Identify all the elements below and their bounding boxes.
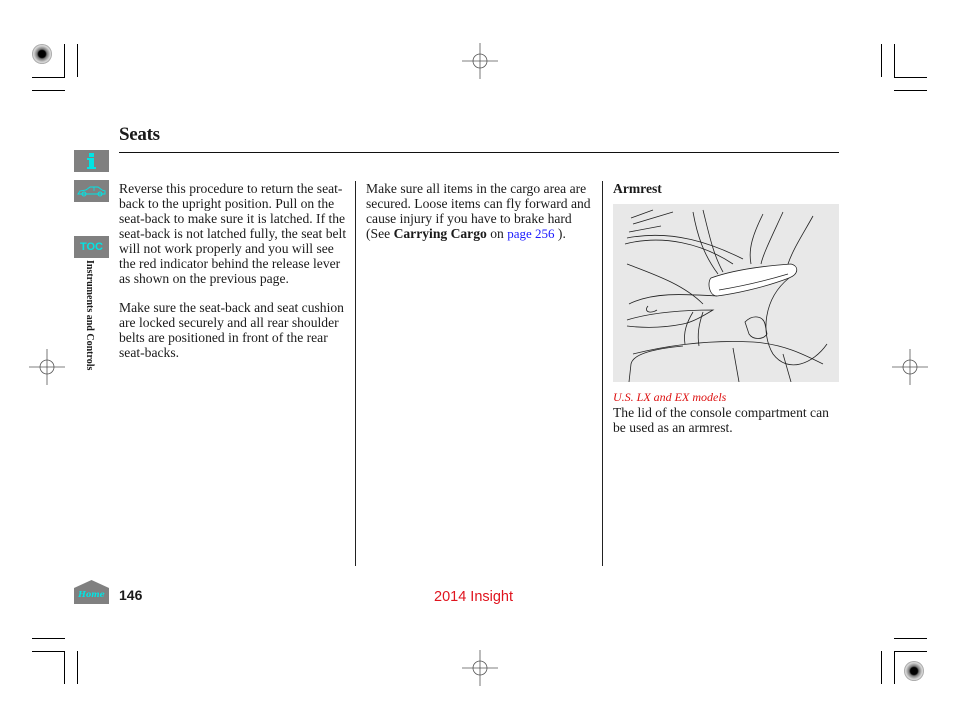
- column-divider: [602, 181, 603, 566]
- svg-text:Home: Home: [77, 589, 104, 599]
- registration-mark-top-left: [32, 44, 52, 64]
- crop-mark: [32, 638, 65, 639]
- registration-mark-bottom-right: [904, 661, 924, 681]
- page-title: Seats: [119, 124, 160, 145]
- crop-mark: [32, 77, 65, 78]
- crosshair-mark-top: [462, 43, 498, 79]
- section-tab-label: Instruments and Controls: [84, 260, 95, 371]
- crop-mark: [32, 90, 65, 91]
- crop-mark: [881, 651, 882, 684]
- column-3: Armrest U.S. LX and EX models The lid of…: [613, 181, 843, 435]
- car-icon: [77, 186, 106, 197]
- paragraph-text: on: [486, 226, 508, 241]
- crosshair-mark-right: [892, 349, 928, 385]
- column-1: Reverse this procedure to return the sea…: [119, 181, 351, 374]
- crop-mark: [64, 651, 65, 684]
- vehicle-button[interactable]: [74, 180, 109, 202]
- column-2: Make sure all items in the cargo area ar…: [366, 181, 598, 255]
- section-heading: Armrest: [613, 181, 662, 196]
- crop-mark: [894, 638, 927, 639]
- model-caption: U.S. LX and EX models: [613, 390, 727, 404]
- armrest-figure: [624, 209, 828, 383]
- column-divider: [355, 181, 356, 566]
- crosshair-mark-left: [29, 349, 65, 385]
- crop-mark: [32, 651, 65, 652]
- paragraph: Make sure the seat-back and seat cushion…: [119, 300, 344, 360]
- crop-mark: [894, 651, 895, 684]
- crosshair-mark-bottom: [462, 650, 498, 686]
- info-button[interactable]: [74, 150, 109, 172]
- crop-mark: [64, 44, 65, 77]
- home-button[interactable]: Home: [74, 580, 109, 604]
- page-number: 146: [119, 587, 143, 603]
- footer-model-year: 2014 Insight: [434, 589, 514, 605]
- toc-button[interactable]: TOC: [74, 236, 109, 258]
- cross-reference-title: Carrying Cargo: [393, 226, 487, 241]
- info-icon: [87, 153, 96, 169]
- page-link[interactable]: page 256: [507, 226, 554, 241]
- crop-mark: [894, 651, 927, 652]
- crop-mark: [894, 44, 895, 77]
- title-divider: [119, 152, 839, 153]
- paragraph-text: ).: [554, 226, 566, 241]
- armrest-illustration: [613, 204, 839, 383]
- home-icon: Home: [74, 580, 109, 604]
- paragraph: The lid of the console compartment can b…: [613, 405, 829, 435]
- crop-mark: [77, 44, 78, 77]
- paragraph: Reverse this procedure to return the sea…: [119, 181, 347, 286]
- crop-mark: [894, 77, 927, 78]
- paragraph: Make sure all items in the cargo area ar…: [366, 181, 598, 241]
- crop-mark: [894, 90, 927, 91]
- crop-mark: [881, 44, 882, 77]
- toc-label: TOC: [79, 241, 104, 253]
- crop-mark: [77, 651, 78, 684]
